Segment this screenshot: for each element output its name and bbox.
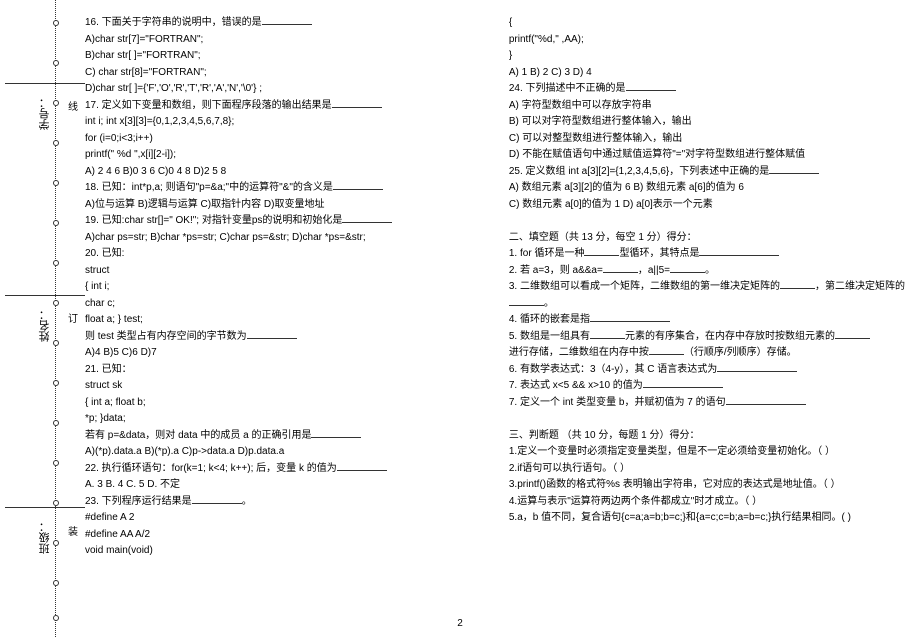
right-column: { printf("%d," ,AA); } A) 1 B) 2 C) 3 D)… bbox=[509, 15, 905, 617]
binding-dotted-line bbox=[55, 0, 56, 637]
binding-labels: 线 订 装 bbox=[65, 0, 77, 637]
left-column: 16. 下面关于字符串的说明中，错误的是 A)char str[7]="FORT… bbox=[85, 15, 449, 617]
page-number: 2 bbox=[457, 618, 463, 629]
